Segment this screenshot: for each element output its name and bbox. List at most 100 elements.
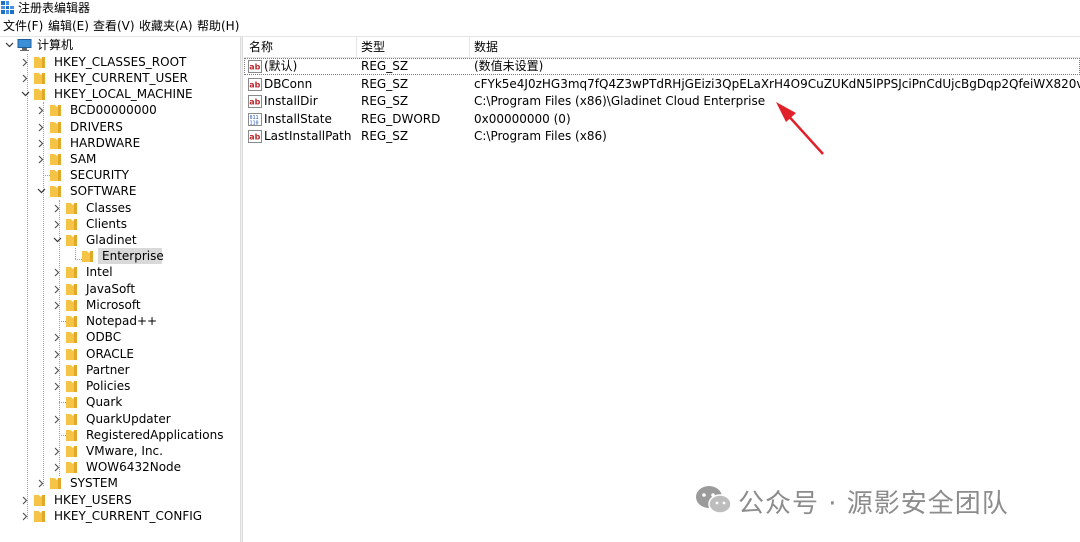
folder-icon <box>34 73 45 84</box>
svg-text:ab: ab <box>249 98 260 107</box>
menu-bar: 文件(F) 编辑(E) 查看(V) 收藏夹(A) 帮助(H) <box>0 17 1080 36</box>
values-list[interactable]: 名称 类型 数据 ab (默认) REG_SZ (数值未设置) ab DBConn REG_… <box>244 37 1080 542</box>
tree-label: HARDWARE <box>70 136 141 150</box>
column-header-name[interactable]: 名称 <box>249 39 273 55</box>
chevron-right-icon[interactable] <box>52 459 62 475</box>
tree-label: HKEY_CLASSES_ROOT <box>54 55 187 69</box>
tree-item-policies[interactable]: Policies <box>0 378 240 394</box>
registry-tree[interactable]: 计算机 HKEY_CLASSES_ROOT HKEY_CURRENT_USER HK… <box>0 37 240 542</box>
chevron-right-icon[interactable] <box>36 135 46 151</box>
value-row[interactable]: ab DBConn REG_SZ cFYk5e4J0zHG3mq7fQ4Z3wPTdR… <box>244 76 1080 93</box>
tree-item-notepad[interactable]: Notepad++ <box>0 313 240 329</box>
tree-item-enterprise[interactable]: Enterprise <box>0 248 240 264</box>
chevron-right-icon[interactable] <box>20 70 30 86</box>
tree-item-intel[interactable]: Intel <box>0 264 240 280</box>
tree-item-security[interactable]: SECURITY <box>0 167 240 183</box>
tree-item-hkey-current-config[interactable]: HKEY_CURRENT_CONFIG <box>0 508 240 524</box>
svg-text:110: 110 <box>250 120 259 126</box>
tree-label: JavaSoft <box>86 282 136 296</box>
value-data: C:\Program Files (x86)\Gladinet Cloud En… <box>474 94 766 108</box>
tree-item-drivers[interactable]: DRIVERS <box>0 119 240 135</box>
value-row[interactable]: ab InstallDir REG_SZ C:\Program Files (x86)… <box>244 93 1080 110</box>
folder-icon <box>66 267 77 278</box>
chevron-right-icon[interactable] <box>52 346 62 362</box>
menu-edit[interactable]: 编辑(E) <box>48 18 89 35</box>
chevron-right-icon[interactable] <box>36 151 46 167</box>
folder-icon <box>66 316 77 327</box>
chevron-right-icon[interactable] <box>20 508 30 524</box>
chevron-right-icon[interactable] <box>52 281 62 297</box>
tree-item-microsoft[interactable]: Microsoft <box>0 297 240 313</box>
tree-label: ODBC <box>86 330 122 344</box>
chevron-right-icon[interactable] <box>20 54 30 70</box>
tree-item-bcd00000000[interactable]: BCD00000000 <box>0 102 240 118</box>
tree-item-partner[interactable]: Partner <box>0 362 240 378</box>
tree-item-hardware[interactable]: HARDWARE <box>0 135 240 151</box>
value-row[interactable]: ab (默认) REG_SZ (数值未设置) <box>244 58 1080 75</box>
chevron-right-icon[interactable] <box>52 443 62 459</box>
chevron-right-icon[interactable] <box>52 378 62 394</box>
tree-item-hkey-current-user[interactable]: HKEY_CURRENT_USER <box>0 70 240 86</box>
column-separator[interactable] <box>356 37 357 57</box>
tree-label: SAM <box>70 152 97 166</box>
column-header-data[interactable]: 数据 <box>474 39 498 55</box>
string-value-icon: ab <box>248 130 262 143</box>
tree-item-quark[interactable]: Quark <box>0 394 240 410</box>
tree-label: HKEY_LOCAL_MACHINE <box>54 87 193 101</box>
tree-item-software[interactable]: SOFTWARE <box>0 183 240 199</box>
chevron-right-icon[interactable] <box>52 297 62 313</box>
tree-item-gladinet[interactable]: Gladinet <box>0 232 240 248</box>
tree-label: Notepad++ <box>86 314 158 328</box>
folder-icon <box>66 235 77 246</box>
tree-item-registeredapplications[interactable]: RegisteredApplications <box>0 427 240 443</box>
tree-item-system[interactable]: SYSTEM <box>0 475 240 491</box>
chevron-right-icon[interactable] <box>52 329 62 345</box>
tree-item-clients[interactable]: Clients <box>0 216 240 232</box>
menu-view[interactable]: 查看(V) <box>93 18 135 35</box>
tree-item-quarkupdater[interactable]: QuarkUpdater <box>0 411 240 427</box>
chevron-right-icon[interactable] <box>52 216 62 232</box>
svg-text:ab: ab <box>249 80 260 89</box>
tree-item-odbc[interactable]: ODBC <box>0 329 240 345</box>
tree-item-hkey-local-machine[interactable]: HKEY_LOCAL_MACHINE <box>0 86 240 102</box>
column-header-type[interactable]: 类型 <box>361 39 385 55</box>
menu-help[interactable]: 帮助(H) <box>197 18 239 35</box>
menu-favorites[interactable]: 收藏夹(A) <box>139 18 193 35</box>
chevron-right-icon[interactable] <box>36 119 46 135</box>
tree-label: Partner <box>86 363 130 377</box>
folder-icon <box>34 495 45 506</box>
tree-item-hkey-classes-root[interactable]: HKEY_CLASSES_ROOT <box>0 54 240 70</box>
tree-item-computer[interactable]: 计算机 <box>0 37 240 53</box>
tree-item-javasoft[interactable]: JavaSoft <box>0 281 240 297</box>
chevron-right-icon[interactable] <box>36 475 46 491</box>
chevron-right-icon[interactable] <box>52 200 62 216</box>
string-value-icon: ab <box>248 95 262 108</box>
value-row[interactable]: ab LastInstallPath REG_SZ C:\Program Files … <box>244 128 1080 145</box>
pane-splitter[interactable] <box>240 37 243 542</box>
tree-item-vmware-inc[interactable]: VMware, Inc. <box>0 443 240 459</box>
tree-item-classes[interactable]: Classes <box>0 200 240 216</box>
value-row[interactable]: 011 110 InstallState REG_DWORD 0x00000000 (0… <box>244 111 1080 128</box>
chevron-down-icon[interactable] <box>4 37 14 53</box>
tree-item-oracle[interactable]: ORACLE <box>0 346 240 362</box>
tree-item-sam[interactable]: SAM <box>0 151 240 167</box>
tree-item-hkey-users[interactable]: HKEY_USERS <box>0 492 240 508</box>
folder-icon <box>66 332 77 343</box>
chevron-right-icon[interactable] <box>52 264 62 280</box>
chevron-right-icon[interactable] <box>52 362 62 378</box>
folder-icon <box>66 414 77 425</box>
menu-file[interactable]: 文件(F) <box>3 18 43 35</box>
tree-label: Classes <box>86 201 132 215</box>
folder-icon <box>66 397 77 408</box>
chevron-right-icon[interactable] <box>36 102 46 118</box>
chevron-down-icon[interactable] <box>20 86 30 102</box>
chevron-down-icon[interactable] <box>36 183 46 199</box>
chevron-right-icon[interactable] <box>52 411 62 427</box>
chevron-down-icon[interactable] <box>52 232 62 248</box>
folder-icon <box>66 349 77 360</box>
tree-item-wow6432node[interactable]: WOW6432Node <box>0 459 240 475</box>
folder-icon <box>50 186 61 197</box>
column-separator[interactable] <box>469 37 470 57</box>
chevron-right-icon[interactable] <box>20 492 30 508</box>
string-value-icon: ab <box>248 60 262 73</box>
